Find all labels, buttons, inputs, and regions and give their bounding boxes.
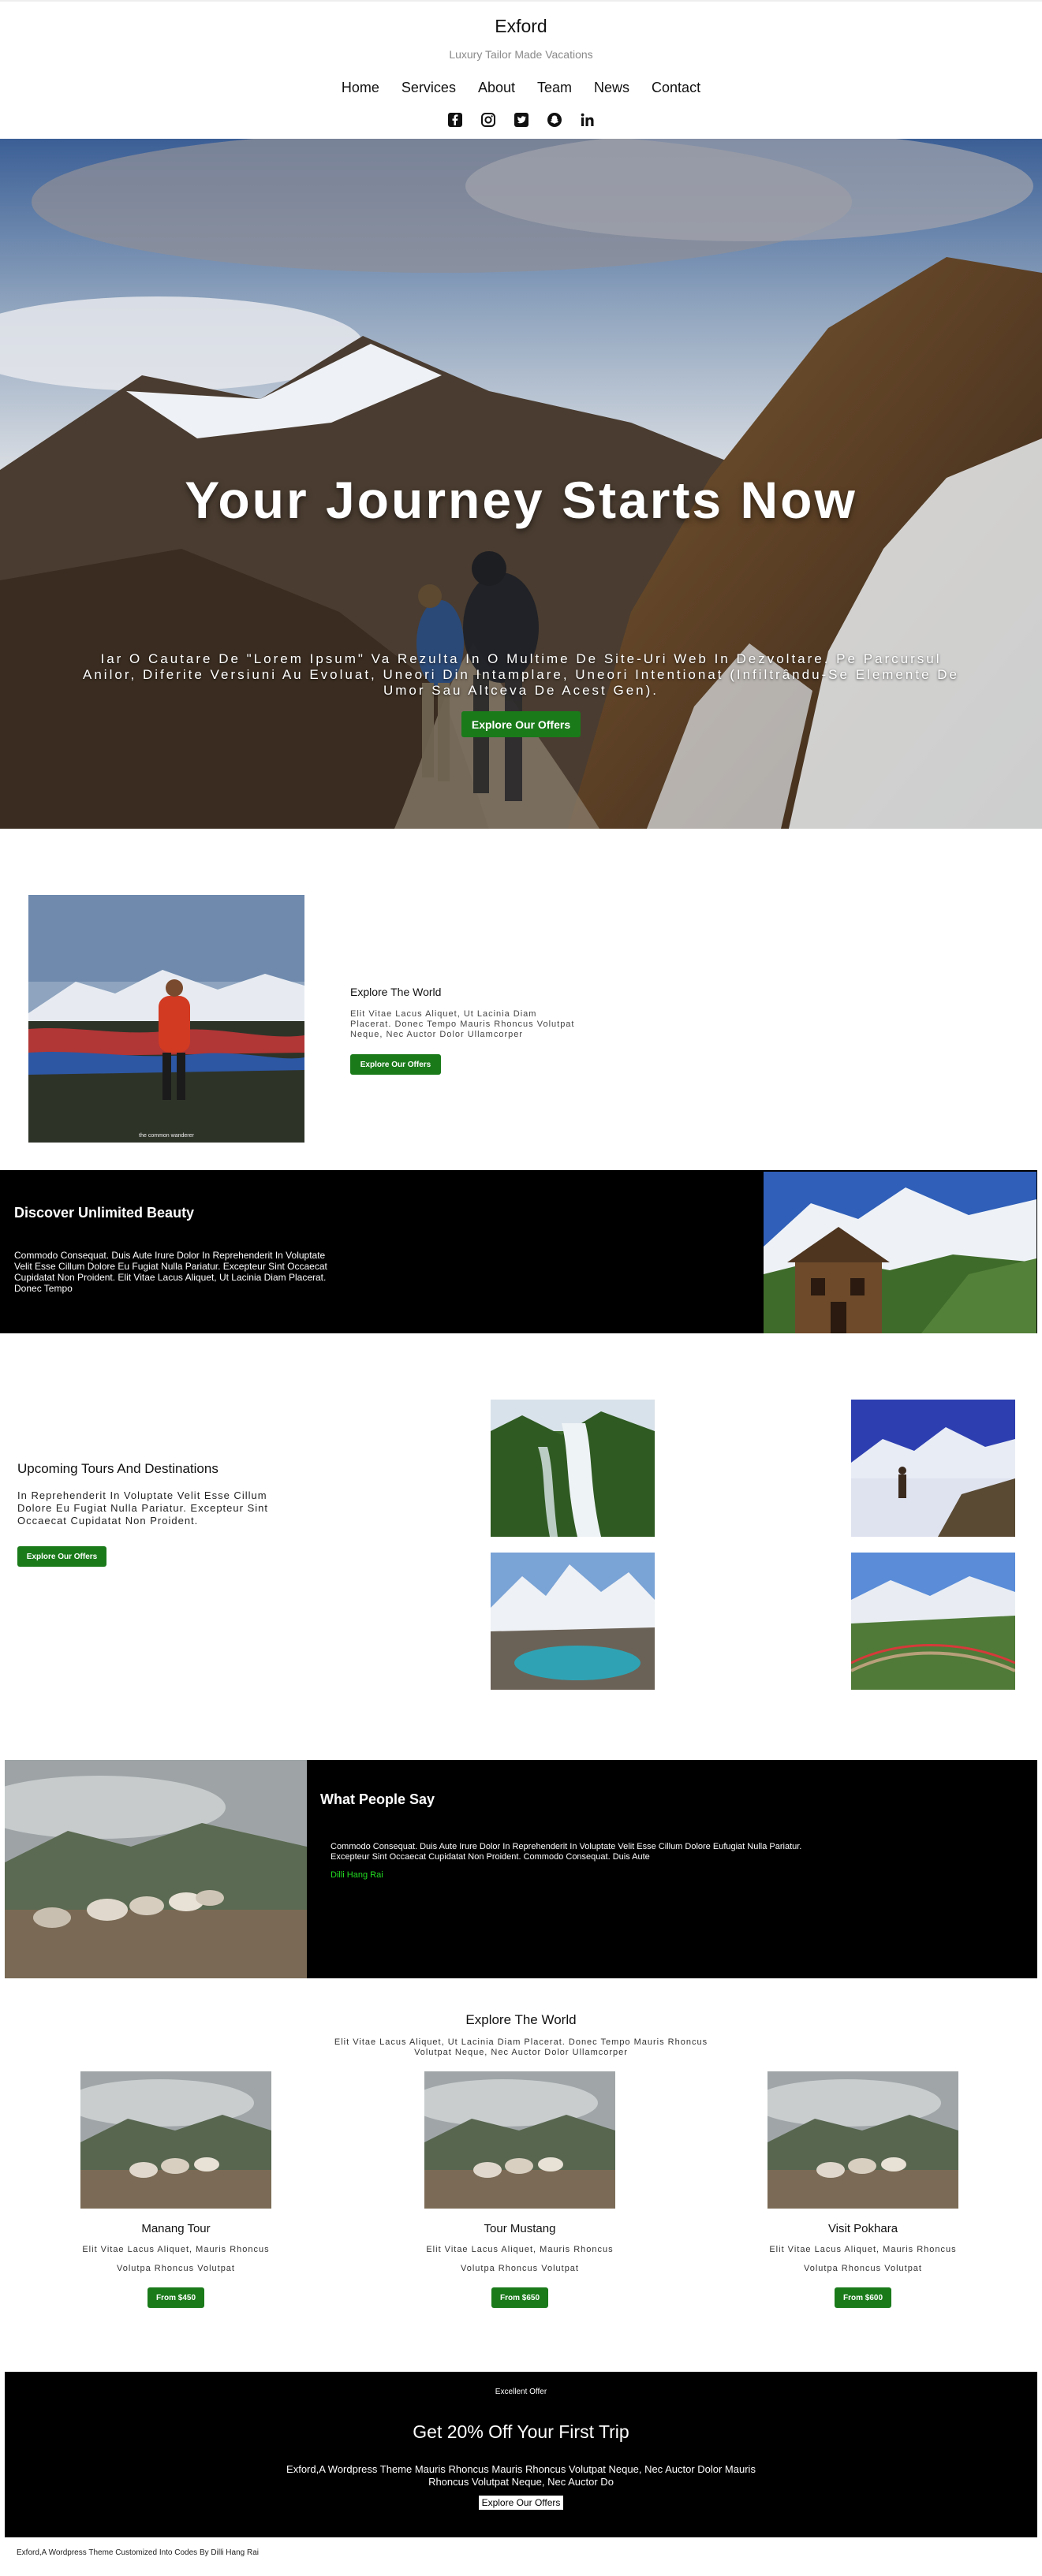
package-text: Elit Vitae Lacus Aliquet, Mauris Rhoncus… (426, 2245, 614, 2273)
nav-services[interactable]: Services (401, 80, 456, 96)
linkedin-icon[interactable] (580, 112, 596, 128)
discover-title: Discover Unlimited Beauty (14, 1205, 195, 1221)
instagram-icon[interactable] (480, 112, 496, 128)
package-price-button[interactable]: From $600 (835, 2287, 891, 2308)
explore-title: Explore The World (350, 986, 442, 998)
explore-image: the common wanderer (28, 895, 304, 1143)
hero-title: Your Journey Starts Now (185, 471, 857, 529)
package-text: Elit Vitae Lacus Aliquet, Mauris Rhoncus… (769, 2245, 957, 2273)
package-price-button[interactable]: From $450 (148, 2287, 204, 2308)
tagline: Luxury Tailor Made Vacations (449, 48, 593, 61)
waterfall-image (491, 1400, 655, 1537)
offer-explore-button[interactable]: Explore Our Offers (479, 2496, 563, 2510)
twitter-icon[interactable] (514, 112, 529, 128)
image-caption: the common wanderer (139, 1133, 194, 1139)
explore-block: Explore The World Elit Vitae Lacus Aliqu… (350, 986, 579, 1075)
social-links (0, 112, 1042, 128)
main-nav: Home Services About Team News Contact (0, 80, 1042, 96)
offer-section: Excellent Offer Get 20% Off Your First T… (5, 2372, 1037, 2537)
package-image (409, 2071, 615, 2209)
package-price-button[interactable]: From $650 (491, 2287, 548, 2308)
horses-image (0, 1760, 307, 1978)
package-name: Manang Tour (141, 2222, 211, 2235)
package-card: Tour Mustang Elit Vitae Lacus Aliquet, M… (409, 2071, 615, 2308)
packages-text: Elit Vitae Lacus Aliquet, Ut Lacinia Dia… (334, 2037, 708, 2057)
testimonial-section: What People Say Commodo Consequat. Duis … (0, 1760, 1037, 1978)
brand-logo[interactable]: Exford (0, 2, 1042, 37)
nav-about[interactable]: About (478, 80, 515, 96)
testimonial-title: What People Say (320, 1791, 435, 1807)
hero-text: Iar O Cautare De "Lorem Ipsum" Va Rezult… (83, 651, 959, 698)
packages-title: Explore The World (465, 2012, 577, 2027)
testimonial-author: Dilli Hang Rai (331, 1870, 383, 1880)
hero-explore-button[interactable]: Explore Our Offers (461, 711, 581, 737)
facebook-icon[interactable] (447, 112, 463, 128)
lake-image (491, 1553, 655, 1690)
nav-team[interactable]: Team (537, 80, 572, 96)
package-card: Visit Pokhara Elit Vitae Lacus Aliquet, … (752, 2071, 958, 2308)
tours-title: Upcoming Tours And Destinations (17, 1461, 218, 1476)
nav-news[interactable]: News (594, 80, 629, 96)
explore-text: Elit Vitae Lacus Aliquet, Ut Lacinia Dia… (350, 1009, 575, 1039)
package-text: Elit Vitae Lacus Aliquet, Mauris Rhoncus… (82, 2245, 270, 2273)
footer-credit: Exford,A Wordpress Theme Customized Into… (17, 2548, 259, 2557)
offer-text: Exford,A Wordpress Theme Mauris Rhoncus … (286, 2463, 756, 2488)
tours-text: In Reprehenderit In Voluptate Velit Esse… (17, 1489, 268, 1527)
offer-title: Get 20% Off Your First Trip (413, 2421, 629, 2442)
offer-eyebrow: Excellent Offer (495, 2388, 547, 2396)
snapchat-icon[interactable] (547, 112, 562, 128)
explore-button[interactable]: Explore Our Offers (350, 1054, 441, 1075)
discover-text: Commodo Consequat. Duis Aute Irure Dolor… (14, 1250, 327, 1294)
discover-section: Discover Unlimited Beauty Commodo Conseq… (0, 1170, 1037, 1333)
package-image (65, 2071, 271, 2209)
tours-block: Upcoming Tours And Destinations In Repre… (17, 1461, 270, 1567)
testimonial-quote: Commodo Consequat. Duis Aute Irure Dolor… (331, 1842, 802, 1862)
site-header: Exford Luxury Tailor Made Vacations Home… (0, 0, 1042, 139)
nav-contact[interactable]: Contact (652, 80, 700, 96)
nav-home[interactable]: Home (342, 80, 379, 96)
package-image (752, 2071, 958, 2209)
bridge-village-image (851, 1553, 1015, 1690)
hero-section: Your Journey Starts Now Iar O Cautare De… (0, 139, 1042, 829)
tours-explore-button[interactable]: Explore Our Offers (17, 1546, 106, 1567)
monastery-image (764, 1172, 1036, 1333)
package-card: Manang Tour Elit Vitae Lacus Aliquet, Ma… (65, 2071, 271, 2308)
package-name: Tour Mustang (484, 2222, 556, 2235)
packages-header: Explore The World Elit Vitae Lacus Aliqu… (0, 2012, 1042, 2058)
cloud-sea-image (851, 1400, 1015, 1537)
package-name: Visit Pokhara (827, 2222, 898, 2235)
